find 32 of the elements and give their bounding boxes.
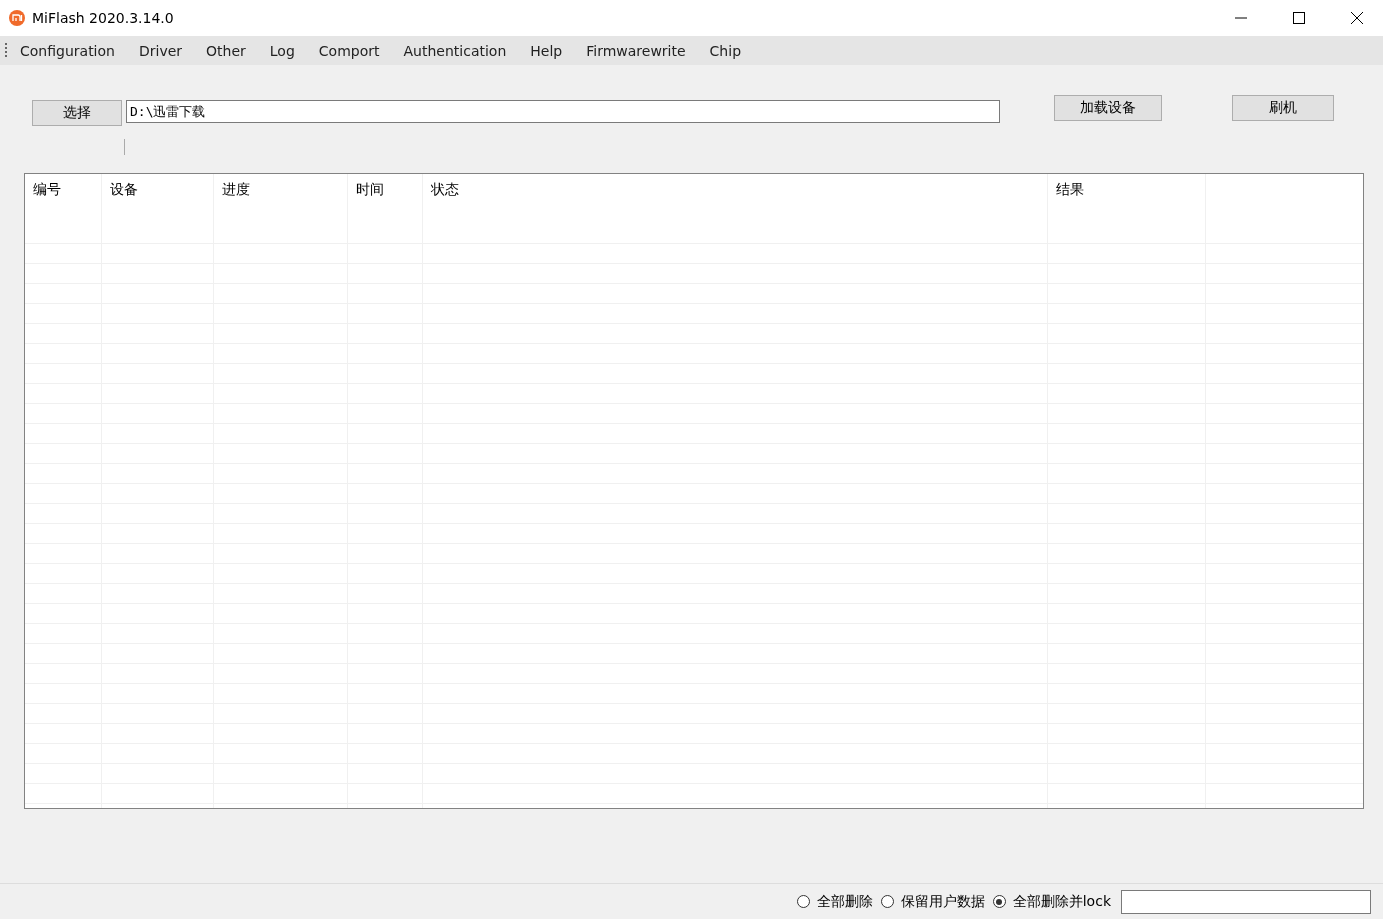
input-field[interactable] [1121,889,1371,914]
grip-icon [5,42,8,59]
menu-item[interactable]: Configuration [8,42,127,59]
menu-item[interactable]: Firmwarewrite [574,42,698,59]
menu-item[interactable]: Driver [126,42,195,59]
column-header[interactable]: 设备 [110,181,138,197]
column-header[interactable]: 时间 [356,181,384,197]
menu-item[interactable]: Other [194,42,258,59]
radio-button[interactable] [796,895,810,908]
divider-mark [124,139,125,155]
column-header[interactable]: 结果 [1056,181,1084,197]
radio-option[interactable]: 全部删除并lock [992,892,1111,911]
column-header[interactable]: 编号 [33,181,61,197]
load-device-button[interactable]: 加载设备 [1054,95,1162,121]
path-field[interactable]: D:\迅雷下载 [126,100,1000,123]
column-header[interactable]: 进度 [222,181,250,197]
radio-option[interactable]: 保留用户数据 [880,892,985,911]
radio-option[interactable]: 全部删除 [796,892,873,911]
close-icon[interactable] [1351,12,1363,24]
flash-button[interactable]: 刷机 [1232,95,1334,121]
menu-item[interactable]: Chip [697,42,754,59]
window-title: MiFlash 2020.3.14.0 [32,10,174,26]
select-button[interactable]: 选择 [32,100,122,126]
app-logo-icon [9,10,25,26]
maximize-icon[interactable] [1293,12,1305,24]
menu-item[interactable]: Help [518,42,575,59]
menu-item[interactable]: Authentication [391,42,519,59]
column-header[interactable]: 状态 [431,181,459,197]
menu-item[interactable]: Comport [306,42,392,59]
menu-item[interactable]: Log [257,42,307,59]
radio-button[interactable] [880,895,894,908]
radio-button[interactable] [992,895,1006,908]
